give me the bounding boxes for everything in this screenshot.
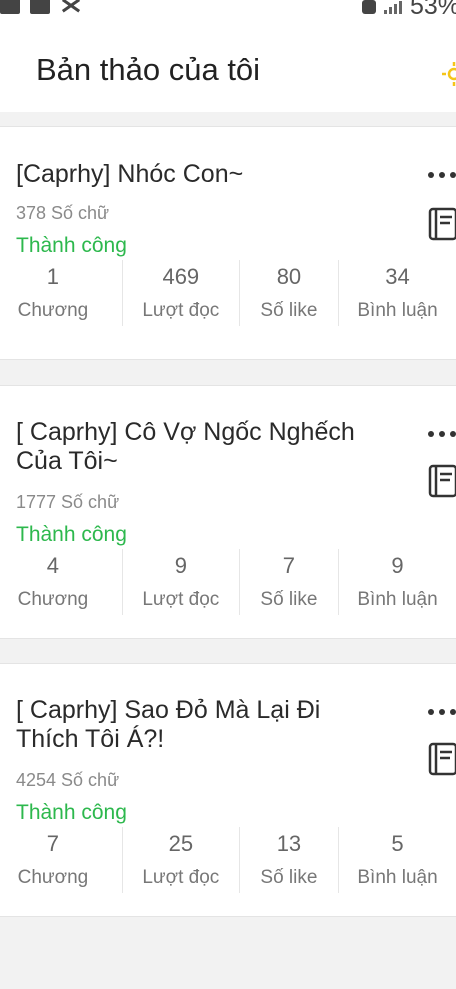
more-options-button[interactable] [428,428,456,440]
draft-status: Thành công [16,801,127,824]
gallery-icon [0,0,20,14]
stat-chapters: 7 Chương [0,827,122,893]
stat-chapters: 4 Chương [0,549,122,615]
signal-icon [383,0,402,14]
stat-reads: 469 Lượt đọc [121,260,239,326]
stat-label: Số like [260,589,318,610]
draft-title[interactable]: [Caprhy] Nhóc Con~ [16,160,388,189]
stat-label: Số like [260,300,318,321]
stat-value: 1 [46,264,60,289]
stat-label: Bình luận [357,300,438,321]
more-options-button[interactable] [428,169,456,181]
stat-label: Chương [17,867,89,888]
stat-value: 9 [174,553,187,578]
recycle-icon [361,0,376,14]
draft-title[interactable]: [ Caprhy] Cô Vợ Ngốc Nghếch Của Tôi~ [16,418,388,476]
stat-label: Số like [260,867,318,888]
draft-status: Thành công [16,523,127,546]
stat-label: Lượt đọc [142,300,220,321]
sun-icon[interactable] [442,62,456,86]
stat-reads: 9 Lượt đọc [121,549,239,615]
draft-title[interactable]: [ Caprhy] Sao Đỏ Mà Lại Đi Thích Tôi Á?! [16,696,388,754]
stat-value: 13 [276,831,302,856]
draft-word-count: 378 Số chữ [16,203,110,223]
edit-icon[interactable] [428,464,456,498]
battery-percent: 53% [409,0,456,20]
status-bar-system: 53% [361,0,456,21]
draft-card[interactable]: [ Caprhy] Cô Vợ Ngốc Nghếch Của Tôi~ 177… [0,385,456,639]
stat-value: 469 [162,264,200,289]
stat-likes: 13 Số like [238,827,338,893]
stat-value: 4 [46,553,60,578]
edit-icon[interactable] [428,742,456,776]
facebook-icon [30,0,50,14]
stat-label: Lượt đọc [142,589,220,610]
stat-comments: 5 Bình luận [338,827,456,893]
stat-likes: 80 Số like [238,260,338,326]
edit-icon[interactable] [428,207,456,241]
draft-word-count: 1777 Số chữ [16,492,120,512]
draft-stats: 4 Chương 9 Lượt đọc 7 Số like 9 Bình luậ… [0,549,456,615]
stat-value: 80 [276,264,302,289]
draft-word-count: 4254 Số chữ [16,770,120,790]
stat-label: Lượt đọc [142,867,220,888]
draft-stats: 1 Chương 469 Lượt đọc 80 Số like 34 Bình… [0,260,456,326]
stat-value: 7 [46,831,60,856]
stat-label: Bình luận [357,867,438,888]
stat-label: Chương [17,589,89,610]
draft-status: Thành công [16,234,127,257]
draft-card[interactable]: [Caprhy] Nhóc Con~ 378 Số chữ Thành công… [0,126,456,360]
stat-label: Chương [17,300,89,321]
stat-value: 5 [391,831,404,856]
status-bar-notifications [0,0,80,14]
app-header: Bản thảo của tôi [0,22,456,112]
stat-reads: 25 Lượt đọc [121,827,239,893]
draft-stats: 7 Chương 25 Lượt đọc 13 Số like 5 Bình l… [0,827,456,893]
stat-value: 25 [168,831,194,856]
stat-comments: 9 Bình luận [338,549,456,615]
stat-chapters: 1 Chương [0,260,122,326]
stat-value: 9 [391,553,404,578]
stat-value: 34 [385,264,410,289]
more-options-button[interactable] [428,706,456,718]
stat-label: Bình luận [357,589,438,610]
stat-comments: 34 Bình luận [338,260,456,326]
stat-value: 7 [282,553,296,578]
status-bar: 53% [0,0,456,22]
draft-card[interactable]: [ Caprhy] Sao Đỏ Mà Lại Đi Thích Tôi Á?!… [0,663,456,917]
capcut-icon [60,0,80,14]
page-title: Bản thảo của tôi [36,52,261,87]
stat-likes: 7 Số like [238,549,338,615]
